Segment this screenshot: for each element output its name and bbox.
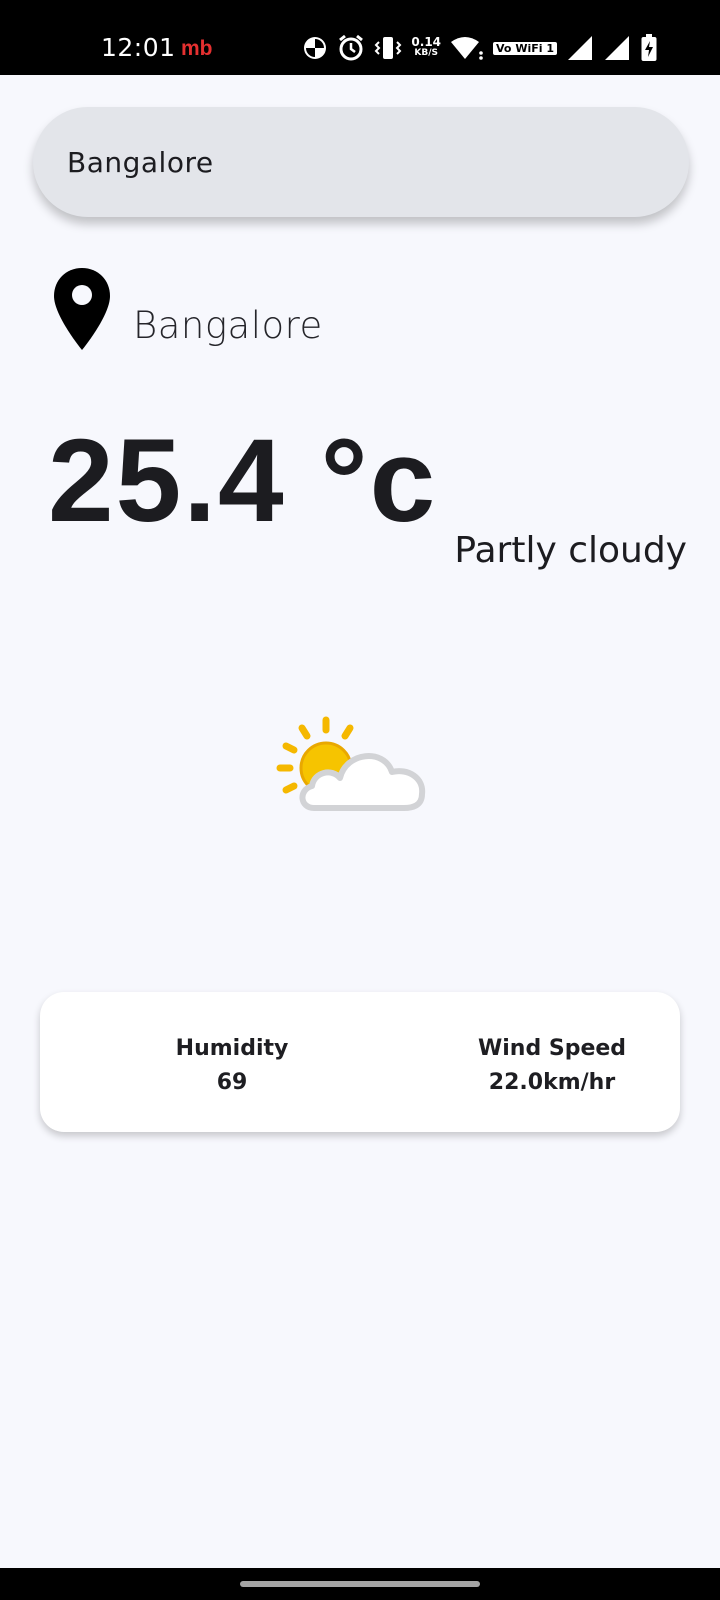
vpn-icon <box>302 35 328 61</box>
status-time: 12:01 <box>101 33 176 62</box>
wind-speed-section: Wind Speed 22.0km/hr <box>432 1032 672 1100</box>
net-speed-unit: KB/S <box>414 48 439 58</box>
signal-icon <box>603 34 631 62</box>
partly-cloudy-icon <box>276 716 426 811</box>
humidity-value: 69 <box>216 1070 248 1095</box>
location-pin-icon <box>54 268 110 350</box>
vowifi-badge: Vo WiFi 1 <box>493 41 557 55</box>
weather-app-screen: 12:01 mb 0.14 KB/S Vo WiFi 1 Bangalore B… <box>0 0 720 1600</box>
location-name: Bangalore <box>133 304 323 347</box>
alarm-icon <box>337 34 365 62</box>
net-speed-value: 0.14 <box>411 35 442 49</box>
wind-speed-value: 22.0km/hr <box>488 1070 616 1095</box>
city-search-field[interactable] <box>33 107 689 217</box>
status-bar: 12:01 mb 0.14 KB/S Vo WiFi 1 <box>0 0 720 75</box>
wind-speed-label: Wind Speed <box>477 1036 627 1061</box>
network-speed: 0.14 KB/S <box>411 35 442 59</box>
humidity-label: Humidity <box>175 1036 289 1061</box>
status-icons: 0.14 KB/S Vo WiFi 1 <box>302 33 658 63</box>
battery-charging-icon <box>640 33 658 63</box>
signal-icon <box>566 34 594 62</box>
humidity-section: Humidity 69 <box>112 1032 352 1100</box>
weather-condition: Partly cloudy <box>454 530 687 571</box>
home-gesture-handle[interactable] <box>240 1581 480 1587</box>
vibrate-icon <box>374 34 402 62</box>
temperature-value: 25.4 °c <box>48 415 438 547</box>
weather-details-card: Humidity 69 Wind Speed 22.0km/hr <box>40 992 680 1132</box>
city-search-input[interactable] <box>65 144 649 180</box>
navigation-bar <box>0 1568 720 1600</box>
carrier-badge: mb <box>181 37 213 60</box>
wifi-icon <box>450 35 484 61</box>
